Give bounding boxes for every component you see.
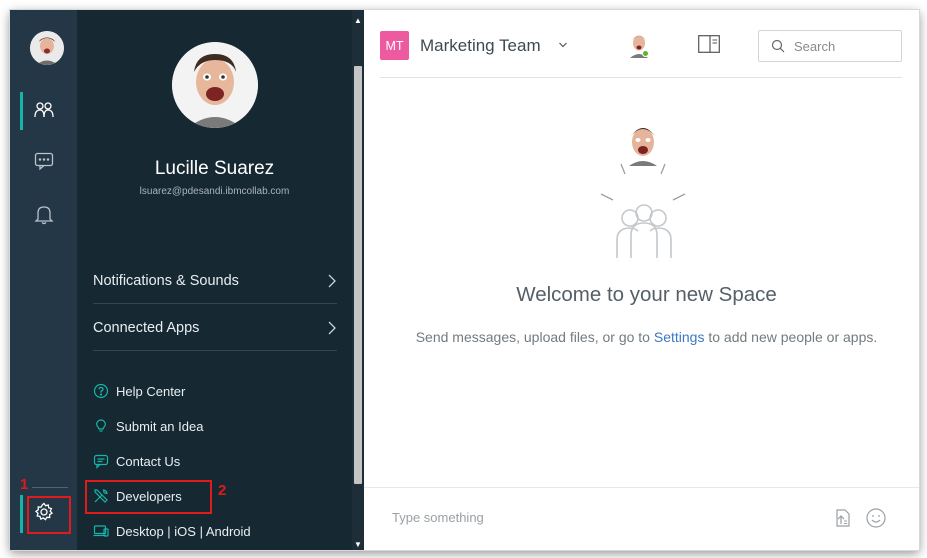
new-space-illustration (600, 128, 686, 258)
rail-user-avatar[interactable] (30, 31, 64, 65)
link-help-center[interactable]: Help Center (93, 379, 185, 403)
settings-panel: Lucille Suarez lsuarez@pdesandi.ibmcolla… (77, 10, 352, 550)
search-input[interactable] (794, 38, 889, 54)
side-panel-toggle-icon[interactable] (698, 35, 720, 53)
annotation-number-1: 1 (20, 476, 29, 493)
rail-notifications-button[interactable] (10, 197, 77, 235)
message-input[interactable] (392, 506, 772, 528)
scroll-down-arrow-icon[interactable]: ▼ (352, 538, 364, 550)
annotation-box-settings (27, 496, 71, 534)
link-submit-idea[interactable]: Submit an Idea (93, 414, 203, 438)
rail-messages-button[interactable] (10, 144, 77, 182)
app-window: Lucille Suarez lsuarez@pdesandi.ibmcolla… (10, 10, 919, 550)
chat-bubble-icon (93, 453, 109, 469)
link-help-center-label: Help Center (116, 383, 186, 399)
message-composer (364, 487, 919, 550)
help-circle-icon (93, 383, 109, 399)
space-header: MT Marketing Team (380, 10, 902, 78)
chevron-right-icon (328, 321, 336, 334)
rail-teams-button[interactable] (10, 92, 77, 130)
scroll-up-arrow-icon[interactable]: ▲ (352, 14, 364, 26)
welcome-avatar (629, 128, 657, 166)
annotation-box-developers (85, 480, 212, 514)
presence-status-dot (642, 50, 649, 57)
file-upload-icon[interactable] (831, 507, 853, 529)
profile-name: Lucille Suarez (154, 158, 275, 179)
left-rail (10, 10, 77, 550)
link-desktop-ios-android[interactable]: Desktop | iOS | Android (93, 519, 251, 543)
chevron-down-icon[interactable] (558, 40, 568, 50)
link-contact-us-label: Contact Us (116, 453, 181, 469)
team-badge: MT (380, 31, 409, 60)
rail-divider (32, 487, 68, 488)
bell-icon (33, 203, 55, 230)
link-submit-idea-label: Submit an Idea (116, 418, 204, 434)
people-icon (33, 98, 55, 125)
devices-icon (93, 523, 109, 539)
welcome-title: Welcome to your new Space (516, 283, 777, 306)
team-name[interactable]: Marketing Team (420, 36, 541, 56)
annotation-number-2: 2 (218, 482, 227, 499)
menu-connected-apps[interactable]: Connected Apps (93, 305, 337, 351)
menu-connected-apps-label: Connected Apps (93, 319, 200, 336)
settings-link[interactable]: Settings (654, 329, 705, 345)
welcome-subtitle: Send messages, upload files, or go to Se… (364, 329, 919, 345)
panel-scrollbar[interactable]: ▲ ▼ (352, 10, 364, 550)
welcome-subtitle-before: Send messages, upload files, or go to (415, 329, 650, 345)
welcome-subtitle-after: to add new people or apps. (708, 329, 878, 345)
main-area: MT Marketing Team Search Welcome to your… (364, 10, 919, 550)
search-box[interactable] (758, 30, 902, 62)
search-icon (771, 39, 785, 53)
scroll-thumb[interactable] (354, 66, 362, 484)
lightbulb-icon (93, 418, 109, 434)
message-bubble-icon (33, 150, 55, 177)
link-desktop-ios-android-label: Desktop | iOS | Android (116, 523, 251, 539)
link-contact-us[interactable]: Contact Us (93, 449, 180, 473)
menu-notifications-label: Notifications & Sounds (93, 272, 239, 289)
profile-photo (172, 42, 258, 128)
chevron-right-icon (328, 274, 336, 287)
profile-email: lsuarez@pdesandi.ibmcollab.com (139, 186, 290, 197)
emoji-icon[interactable] (865, 507, 887, 529)
menu-notifications-sounds[interactable]: Notifications & Sounds (93, 258, 337, 304)
people-group-icon (616, 204, 672, 258)
